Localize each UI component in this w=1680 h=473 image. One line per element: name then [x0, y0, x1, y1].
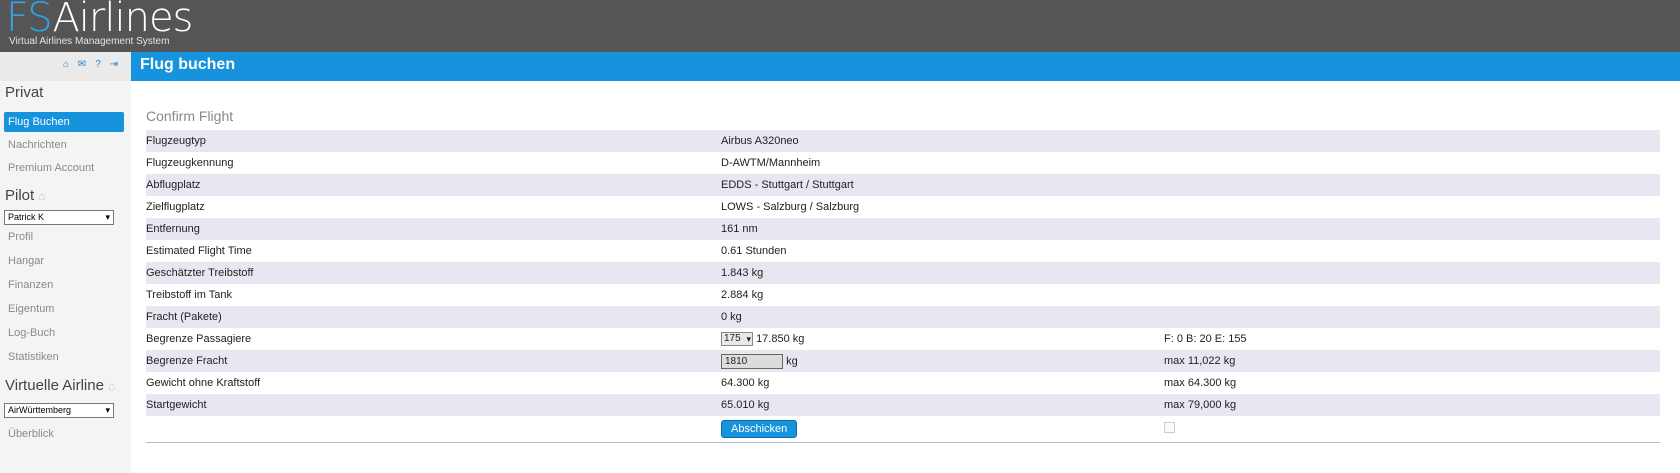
sidebar-item-finanzen[interactable]: Finanzen	[4, 275, 124, 295]
sidebar-item-profil[interactable]: Profil	[4, 227, 124, 247]
cargo-limit-input[interactable]: 1810	[721, 353, 783, 369]
row-label: Estimated Flight Time	[146, 240, 721, 262]
pilot-select[interactable]: Patrick K ▾	[4, 210, 114, 225]
divider	[146, 442, 1660, 443]
logout-icon[interactable]: ⇥	[109, 60, 119, 70]
confirm-checkbox[interactable]	[1164, 422, 1175, 433]
table-row: Gewicht ohne Kraftstoff 64.300 kg max 64…	[146, 372, 1660, 394]
tagline: Virtual Airlines Management System	[9, 36, 170, 47]
row-value: 65.010 kg	[721, 394, 1164, 416]
row-label: Entfernung	[146, 218, 721, 240]
row-label: Geschätzter Treibstoff	[146, 262, 721, 284]
row-value: 161 nm	[721, 218, 1164, 240]
home-icon[interactable]: ⌂	[38, 189, 45, 203]
sidebar-item-statistiken[interactable]: Statistiken	[4, 347, 124, 367]
row-value: 64.300 kg	[721, 372, 1164, 394]
row-label: Flugzeugtyp	[146, 130, 721, 152]
row-label: Begrenze Fracht	[146, 350, 721, 372]
chat-icon[interactable]: ✉	[77, 60, 87, 70]
airline-select[interactable]: AirWürttemberg ▾	[4, 403, 114, 418]
row-label: Startgewicht	[146, 394, 721, 416]
table-row: Abflugplatz EDDS - Stuttgart / Stuttgart	[146, 174, 1660, 196]
row-label: Treibstoff im Tank	[146, 284, 721, 306]
sidebar: Privat Flug Buchen Nachrichten Premium A…	[0, 81, 131, 473]
row-value: 2.884 kg	[721, 284, 1164, 306]
table-row: Treibstoff im Tank 2.884 kg	[146, 284, 1660, 306]
row-label: Gewicht ohne Kraftstoff	[146, 372, 721, 394]
submit-button[interactable]: Abschicken	[721, 420, 798, 438]
sidebar-item-log-buch[interactable]: Log-Buch	[4, 323, 124, 343]
table-row: Startgewicht 65.010 kg max 79,000 kg	[146, 394, 1660, 416]
cargo-max: max 11,022 kg	[1164, 350, 1660, 372]
row-value: LOWS - Salzburg / Salzburg	[721, 196, 1164, 218]
chevron-down-icon: ▾	[105, 212, 110, 222]
top-header: FSAirlines Virtual Airlines Management S…	[0, 0, 1680, 52]
row-value: 1810 kg	[721, 350, 1164, 372]
row-label: Fracht (Pakete)	[146, 306, 721, 328]
row-value: 0 kg	[721, 306, 1164, 328]
home-icon[interactable]: ⌂	[61, 60, 71, 70]
sidebar-item-nachrichten[interactable]: Nachrichten	[4, 135, 124, 155]
table-row: Geschätzter Treibstoff 1.843 kg	[146, 262, 1660, 284]
quick-icon-bar: ⌂ ✉ ? ⇥	[0, 52, 131, 81]
table-row: Zielflugplatz LOWS - Salzburg / Salzburg	[146, 196, 1660, 218]
help-icon[interactable]: ?	[93, 60, 103, 70]
table-row: Flugzeugkennung D-AWTM/Mannheim	[146, 152, 1660, 174]
chevron-down-icon: ▾	[746, 334, 751, 344]
zfw-max: max 64.300 kg	[1164, 372, 1660, 394]
row-value: D-AWTM/Mannheim	[721, 152, 1164, 174]
row-value: 1.843 kg	[721, 262, 1164, 284]
cargo-unit: kg	[786, 354, 798, 367]
table-row: Abschicken	[146, 416, 1660, 442]
sidebar-item-premium-account[interactable]: Premium Account	[4, 158, 124, 178]
confirm-flight-table: Flugzeugtyp Airbus A320neo Flugzeugkennun…	[146, 130, 1660, 442]
passenger-limit-select[interactable]: 175 ▾	[721, 332, 753, 346]
table-row: Begrenze Fracht 1810 kg max 11,022 kg	[146, 350, 1660, 372]
chevron-down-icon: ▾	[105, 405, 110, 415]
home-icon[interactable]: ⌂	[108, 379, 115, 393]
row-label: Zielflugplatz	[146, 196, 721, 218]
cabin-class-split: F: 0 B: 20 E: 155	[1164, 328, 1660, 350]
fsairlines-logo[interactable]: FSAirlines	[6, 0, 193, 40]
tow-max: max 79,000 kg	[1164, 394, 1660, 416]
table-row: Fracht (Pakete) 0 kg	[146, 306, 1660, 328]
row-value: EDDS - Stuttgart / Stuttgart	[721, 174, 1164, 196]
page-title: Flug buchen	[140, 56, 236, 73]
sidebar-item-eigentum[interactable]: Eigentum	[4, 299, 124, 319]
section-virtual-airline: Virtuelle Airline ⌂	[5, 377, 116, 394]
row-value: 0.61 Stunden	[721, 240, 1164, 262]
sidebar-item-hangar[interactable]: Hangar	[4, 251, 124, 271]
passenger-weight: 17.850 kg	[756, 332, 805, 345]
section-pilot: Pilot ⌂	[5, 187, 46, 204]
table-row: Estimated Flight Time 0.61 Stunden	[146, 240, 1660, 262]
row-label: Begrenze Passagiere	[146, 328, 721, 350]
row-label: Flugzeugkennung	[146, 152, 721, 174]
section-private: Privat	[5, 84, 44, 101]
sidebar-item-ueberblick[interactable]: Überblick	[4, 424, 124, 444]
sidebar-item-flug-buchen[interactable]: Flug Buchen	[4, 112, 124, 132]
row-value: 175 ▾ 17.850 kg	[721, 328, 1164, 350]
table-row: Entfernung 161 nm	[146, 218, 1660, 240]
row-value: Airbus A320neo	[721, 130, 1164, 152]
page-title-bar: Flug buchen	[131, 52, 1680, 81]
main-content: Confirm Flight Flugzeugtyp Airbus A320neo…	[146, 100, 1660, 443]
table-row: Begrenze Passagiere 175 ▾ 17.850 kg F: 0 …	[146, 328, 1660, 350]
table-row: Flugzeugtyp Airbus A320neo	[146, 130, 1660, 152]
row-label: Abflugplatz	[146, 174, 721, 196]
section-heading: Confirm Flight	[146, 108, 234, 124]
